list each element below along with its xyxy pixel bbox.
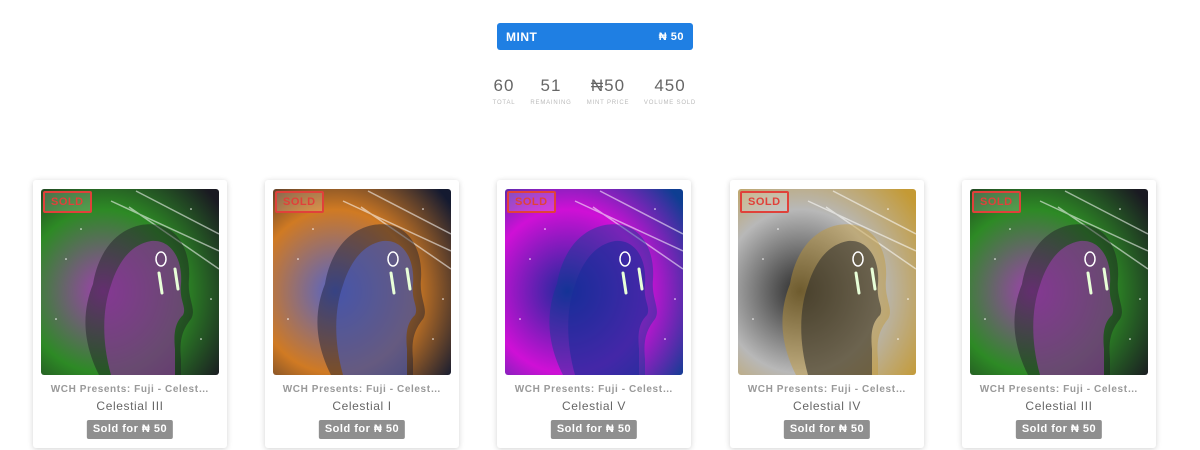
sold-for-badge: Sold for ₦ 50 <box>86 420 174 439</box>
sold-for-badge: Sold for ₦ 50 <box>783 420 871 439</box>
mint-button-price: ₦ 50 <box>658 30 684 43</box>
nft-card-grid: SOLD WCH Presents: Fuji - Celest… Celest… <box>0 180 1200 450</box>
nft-name: Celestial IV <box>793 399 861 413</box>
nft-card[interactable]: SOLD WCH Presents: Fuji - Celest… Celest… <box>265 180 459 448</box>
sold-for-badge: Sold for ₦ 50 <box>1015 420 1103 439</box>
stat-volume-sold-label: VOLUME SOLD <box>643 100 697 106</box>
nft-artwork-image[interactable] <box>505 189 683 375</box>
nft-name: Celestial III <box>96 399 164 413</box>
sold-badge: SOLD <box>972 191 1021 213</box>
stat-remaining-value: 51 <box>540 76 562 95</box>
nft-name: Celestial V <box>562 399 626 413</box>
nft-artwork-image[interactable] <box>970 189 1148 375</box>
nft-card[interactable]: SOLD WCH Presents: Fuji - Celest… Celest… <box>497 180 691 448</box>
stat-total-label: TOTAL <box>492 100 516 106</box>
stat-remaining: 51 REMAINING <box>530 75 571 106</box>
collection-name: WCH Presents: Fuji - Celest… <box>979 384 1139 395</box>
nft-artwork-image[interactable] <box>738 189 916 375</box>
mint-button-label: MINT <box>506 29 538 44</box>
stat-volume-sold: 450 VOLUME SOLD <box>644 75 696 106</box>
sold-badge: SOLD <box>507 191 556 213</box>
sold-for-badge: Sold for ₦ 50 <box>318 420 406 439</box>
collection-name: WCH Presents: Fuji - Celest… <box>50 384 210 395</box>
collection-name: WCH Presents: Fuji - Celest… <box>514 384 674 395</box>
sold-for-badge: Sold for ₦ 50 <box>550 420 638 439</box>
collection-name: WCH Presents: Fuji - Celest… <box>747 384 907 395</box>
stat-mint-price-label: MINT PRICE <box>586 100 630 106</box>
nft-name: Celestial III <box>1025 399 1093 413</box>
sold-badge: SOLD <box>43 191 92 213</box>
stat-mint-price-value: ₦50 <box>590 76 626 95</box>
nft-card[interactable]: SOLD WCH Presents: Fuji - Celest… Celest… <box>730 180 924 448</box>
stat-remaining-label: REMAINING <box>530 100 572 106</box>
sold-badge: SOLD <box>740 191 789 213</box>
collection-name: WCH Presents: Fuji - Celest… <box>282 384 442 395</box>
nft-card[interactable]: SOLD WCH Presents: Fuji - Celest… Celest… <box>33 180 227 448</box>
nft-artwork-image[interactable] <box>41 189 219 375</box>
stat-total-value: 60 <box>493 76 515 95</box>
nft-name: Celestial I <box>332 399 392 413</box>
stat-volume-sold-value: 450 <box>654 76 686 95</box>
nft-artwork-image[interactable] <box>273 189 451 375</box>
stat-mint-price: ₦50 MINT PRICE <box>587 75 630 106</box>
mint-button[interactable]: MINT ₦ 50 <box>497 23 693 50</box>
stat-total: 60 TOTAL <box>493 75 516 106</box>
sold-badge: SOLD <box>275 191 324 213</box>
nft-card[interactable]: SOLD WCH Presents: Fuji - Celest… Celest… <box>962 180 1156 448</box>
collection-stats: 60 TOTAL 51 REMAINING ₦50 MINT PRICE 450… <box>0 75 1200 115</box>
